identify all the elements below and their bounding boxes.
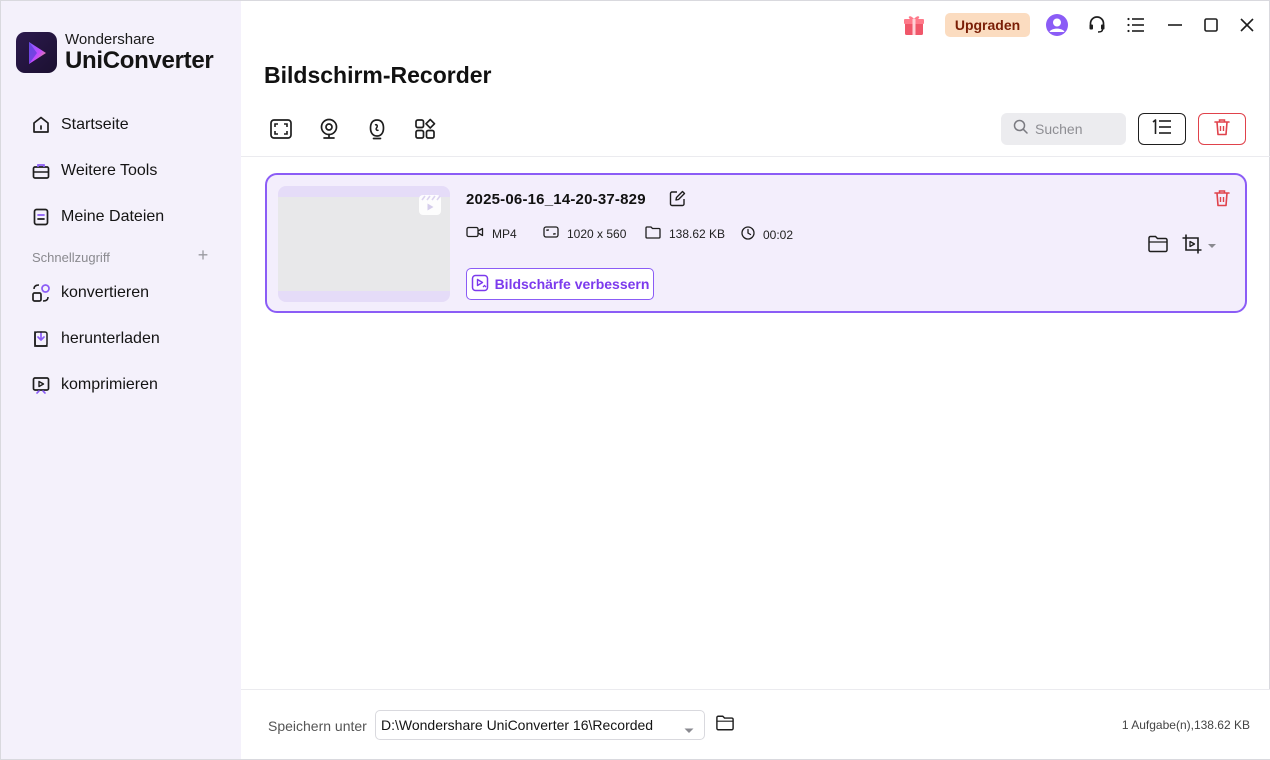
sidebar-item-label: Startseite — [61, 116, 129, 133]
sidebar-item-label: Meine Dateien — [61, 208, 165, 225]
delete-all-button[interactable] — [1198, 113, 1246, 145]
enhance-sharpness-button[interactable]: Bildschärfe verbessern — [466, 268, 654, 300]
maximize-icon[interactable] — [1200, 14, 1222, 36]
brand: Wondershare UniConverter — [16, 31, 214, 74]
quick-access-label: Schnellzugriff — [32, 250, 110, 265]
sidebar-item-konvertieren[interactable]: konvertieren — [30, 280, 149, 306]
webcam-record-icon[interactable] — [316, 116, 342, 142]
browse-folder-icon[interactable] — [715, 714, 737, 734]
save-location-label: Speichern unter — [268, 718, 367, 734]
more-apps-icon[interactable] — [412, 116, 438, 142]
clock-icon — [741, 226, 763, 243]
sidebar-item-weitere-tools[interactable]: Weitere Tools — [30, 158, 157, 184]
trash-icon — [1214, 118, 1230, 141]
page-title: Bildschirm-Recorder — [264, 62, 492, 88]
search-icon — [1013, 119, 1028, 139]
search-box[interactable] — [1001, 113, 1126, 145]
format-value: MP4 — [492, 226, 517, 241]
recording-card[interactable]: 2025-06-16_14-20-37-829 MP4 1020 x 560 1… — [265, 173, 1247, 313]
audio-record-icon[interactable] — [364, 116, 390, 142]
video-badge-icon — [418, 194, 442, 216]
close-icon[interactable] — [1236, 14, 1258, 36]
menu-icon[interactable] — [1125, 14, 1147, 36]
compress-icon — [30, 374, 52, 396]
rename-edit-icon[interactable] — [669, 190, 686, 207]
sidebar: Wondershare UniConverter Startseite Weit… — [1, 1, 241, 759]
download-icon — [30, 328, 52, 350]
sort-list-icon — [1151, 118, 1173, 141]
chevron-down-icon[interactable] — [1207, 238, 1217, 248]
screen-record-icon[interactable] — [268, 116, 294, 142]
uniconverter-logo-icon — [16, 32, 57, 73]
meta-resolution: 1020 x 560 — [543, 226, 626, 241]
enhance-video-icon — [471, 274, 495, 295]
resolution-value: 1020 x 560 — [567, 226, 627, 241]
avatar-icon[interactable] — [1044, 12, 1070, 38]
sidebar-item-label: Weitere Tools — [61, 162, 158, 179]
home-icon — [30, 114, 52, 136]
recording-file-name: 2025-06-16_14-20-37-829 — [466, 191, 646, 208]
chevron-down-icon — [684, 722, 694, 738]
footer-bar: Speichern unter D:\Wondershare UniConver… — [241, 689, 1270, 759]
resolution-icon — [543, 226, 567, 241]
sidebar-item-label: konvertieren — [61, 284, 150, 301]
sidebar-item-startseite[interactable]: Startseite — [30, 112, 129, 138]
video-thumbnail[interactable] — [278, 186, 450, 302]
minimize-icon[interactable] — [1164, 14, 1186, 36]
meta-format: MP4 — [466, 226, 517, 241]
headset-icon[interactable] — [1086, 13, 1108, 35]
size-value: 138.62 KB — [669, 227, 726, 241]
save-path-value: D:\Wondershare UniConverter 16\Recorded — [381, 717, 654, 733]
sidebar-item-label: herunterladen — [61, 330, 160, 347]
meta-duration: 00:02 — [741, 226, 793, 243]
meta-size: 138.62 KB — [645, 226, 725, 242]
open-folder-icon[interactable] — [1147, 234, 1169, 254]
edit-video-icon[interactable] — [1181, 233, 1203, 255]
upgrade-button[interactable]: Upgraden — [945, 13, 1030, 37]
sidebar-item-herunterladen[interactable]: herunterladen — [30, 326, 160, 352]
delete-recording-icon[interactable] — [1213, 189, 1231, 207]
search-input[interactable] — [1035, 121, 1115, 137]
add-quick-access-button[interactable]: + — [195, 246, 211, 264]
sidebar-item-label: komprimieren — [61, 376, 158, 393]
task-summary: 1 Aufgabe(n),138.62 KB — [1121, 718, 1250, 732]
gift-icon[interactable] — [900, 11, 928, 39]
sidebar-item-meine-dateien[interactable]: Meine Dateien — [30, 204, 164, 230]
folder-icon — [645, 226, 669, 242]
enhance-label: Bildschärfe verbessern — [494, 276, 650, 292]
sort-button[interactable] — [1138, 113, 1186, 145]
duration-value: 00:02 — [763, 227, 794, 242]
sidebar-item-komprimieren[interactable]: komprimieren — [30, 372, 158, 398]
toolbar-divider — [241, 156, 1270, 157]
app-window: Wondershare UniConverter Startseite Weit… — [0, 0, 1270, 760]
video-camera-icon — [466, 226, 492, 241]
toolbox-icon — [30, 160, 52, 182]
convert-icon — [30, 282, 52, 304]
brand-company: Wondershare — [65, 31, 155, 48]
save-path-select[interactable]: D:\Wondershare UniConverter 16\Recorded — [375, 710, 705, 740]
files-icon — [30, 206, 52, 228]
brand-product: UniConverter — [65, 47, 214, 74]
